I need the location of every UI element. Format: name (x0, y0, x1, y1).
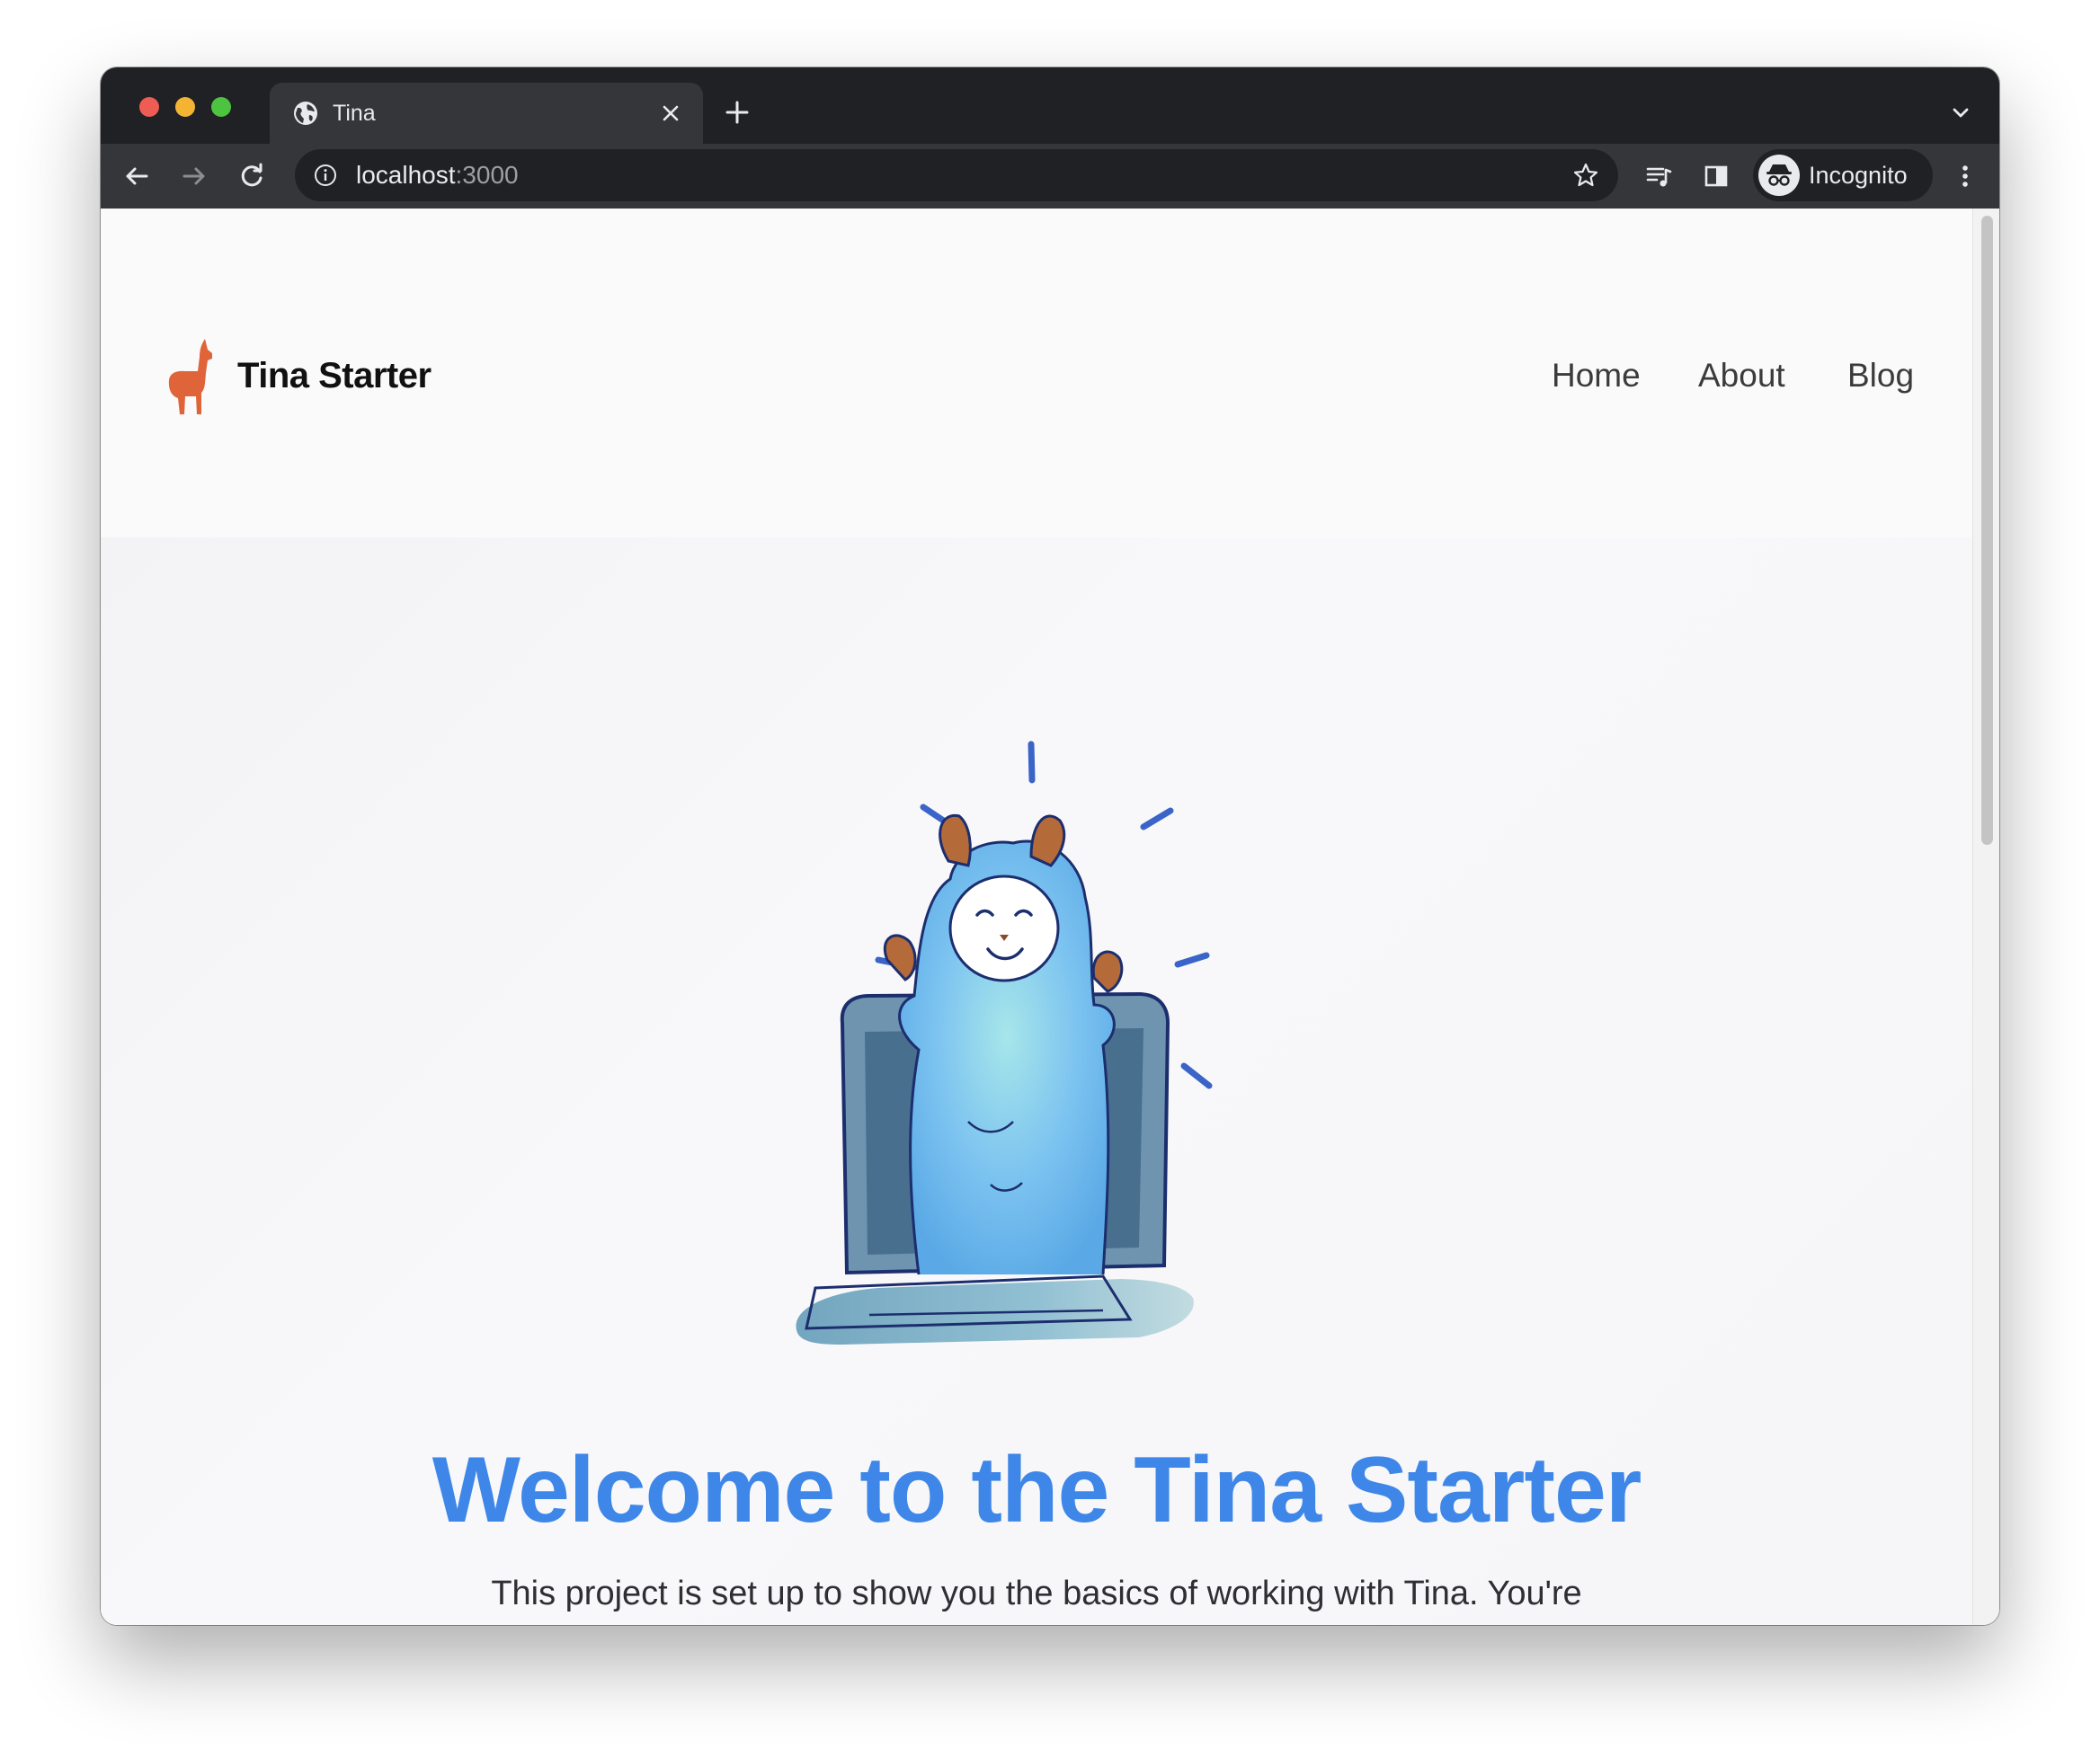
tab-bar: Tina (101, 67, 1999, 144)
media-control-icon[interactable] (1643, 161, 1674, 191)
browser-tab[interactable]: Tina (270, 83, 703, 144)
site-brand[interactable]: Tina Starter (237, 352, 432, 399)
incognito-icon (1766, 164, 1792, 186)
back-arrow-icon[interactable] (121, 161, 152, 191)
incognito-avatar (1758, 155, 1800, 196)
nav-home-link[interactable]: Home (1552, 354, 1641, 397)
side-panel-icon[interactable] (1701, 161, 1731, 191)
scrollbar-thumb[interactable] (1981, 216, 1993, 845)
incognito-label: Incognito (1809, 162, 1908, 189)
star-icon[interactable] (1571, 161, 1600, 190)
hero-title: Welcome to the Tina Starter (432, 1438, 1642, 1542)
close-window-button[interactable] (139, 97, 159, 117)
more-vert-icon[interactable] (1954, 161, 1976, 191)
info-icon[interactable] (313, 163, 338, 188)
browser-toolbar: localhost:3000 Incognito (101, 144, 1999, 209)
url-text: localhost:3000 (356, 159, 519, 191)
incognito-profile-button[interactable]: Incognito (1753, 149, 1933, 201)
plus-icon[interactable] (723, 98, 752, 127)
url-host: localhost (356, 161, 456, 189)
globe-icon (294, 102, 317, 125)
llama-laptop-illustration (796, 741, 1213, 1345)
browser-window: Tina localhost:3000 Incognito Tina Start… (101, 67, 1999, 1625)
site-header: Tina Starter Home About Blog (101, 209, 1972, 537)
page-viewport: Tina Starter Home About Blog Welcome to … (101, 209, 1999, 1625)
hero-body-text: This project is set up to show you the b… (491, 1575, 1582, 1612)
page-scrollbar[interactable] (1972, 209, 1999, 1625)
llama-logo-icon[interactable] (165, 337, 223, 416)
chevron-down-icon[interactable] (1949, 102, 1972, 125)
close-icon[interactable] (658, 101, 683, 126)
tab-title: Tina (333, 101, 376, 126)
maximize-window-button[interactable] (211, 97, 231, 117)
url-port: :3000 (455, 161, 519, 189)
forward-arrow-icon[interactable] (179, 161, 209, 191)
hero-section: Welcome to the Tina Starter This project… (101, 537, 1972, 1625)
reload-icon[interactable] (236, 161, 267, 191)
minimize-window-button[interactable] (175, 97, 195, 117)
nav-blog-link[interactable]: Blog (1847, 354, 1914, 397)
nav-about-link[interactable]: About (1698, 354, 1785, 397)
address-bar[interactable]: localhost:3000 (295, 149, 1618, 201)
